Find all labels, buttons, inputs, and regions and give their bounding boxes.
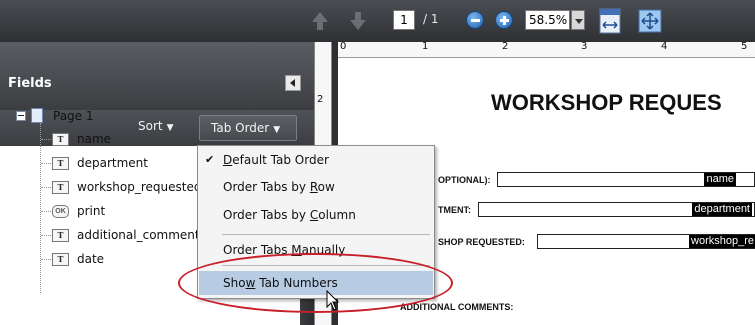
menu-item-text: Order Tabs by (223, 208, 310, 222)
field-name-tag: name (704, 173, 736, 186)
menu-item-show-tab-numbers[interactable]: Show Tab Numbers (199, 271, 433, 295)
ruler-number: 3 (581, 41, 588, 52)
menu-item-text: olumn (318, 208, 356, 222)
ruler-number: 5 (741, 41, 748, 52)
tree-item[interactable]: workshop_requested (77, 176, 201, 198)
next-page-icon[interactable] (348, 9, 368, 33)
form-field-workshop-requested[interactable]: workshop_re (537, 234, 755, 249)
sort-button[interactable]: Sort ▼ (138, 119, 174, 133)
zoom-out-icon[interactable] (466, 11, 484, 29)
tree-page-label[interactable]: Page 1 (53, 105, 94, 127)
form-field-name[interactable]: name (497, 172, 755, 187)
menu-item-order-by-column[interactable]: Order Tabs by Column (199, 203, 433, 227)
panel-header: Fields (0, 42, 314, 110)
ruler-number: 1 (422, 41, 429, 52)
sort-label: Sort (138, 119, 163, 133)
menu-item-accesskey: M (291, 243, 302, 257)
previous-page-icon[interactable] (310, 9, 330, 33)
menu-separator (222, 265, 430, 266)
ruler-number: 4 (661, 41, 668, 52)
tree-item[interactable]: department (77, 152, 148, 174)
top-toolbar: 1 / 1 58.5% (0, 0, 755, 42)
panel-title: Fields (8, 76, 52, 91)
zoom-dropdown-button[interactable] (571, 10, 585, 30)
mouse-pointer-icon (326, 290, 340, 311)
menu-item-text: Order Tabs by (223, 180, 310, 194)
horizontal-ruler: 0 1 2 3 4 5 (338, 41, 755, 58)
menu-item-accesskey: R (309, 180, 318, 194)
panel-sort-bar: Sort ▼ Tab Order ▼ (0, 110, 314, 146)
ruler-number: 0 (340, 41, 347, 52)
text-field-icon: T (52, 229, 69, 242)
menu-item-text: Tab Numbers (255, 276, 338, 290)
tree-line (41, 235, 51, 236)
menu-item-accesskey: C (309, 208, 319, 222)
tree-item[interactable]: name (77, 128, 111, 150)
tree-line (41, 187, 51, 188)
full-screen-icon[interactable] (637, 7, 663, 35)
menu-item-order-by-row[interactable]: Order Tabs by Row (199, 175, 433, 199)
zoom-level-input[interactable]: 58.5% (525, 10, 570, 30)
tab-order-label: Tab Order (211, 121, 270, 135)
menu-item-default-tab-order[interactable]: ✔ Default Tab Order (199, 148, 433, 172)
menu-item-text: ow (317, 180, 335, 194)
fit-width-icon[interactable] (597, 7, 623, 35)
form-label: TMENT: (438, 205, 471, 215)
field-name-tag: workshop_re (689, 235, 755, 248)
tree-line (40, 123, 41, 293)
tree-item[interactable]: date (77, 248, 104, 270)
text-field-icon: T (52, 253, 69, 266)
tree-line (41, 163, 51, 164)
page-icon (31, 108, 43, 123)
menu-item-text: anually (301, 243, 346, 257)
tab-order-menu: ✔ Default Tab Order Order Tabs by Row Ord… (197, 145, 435, 299)
text-field-icon: T (52, 157, 69, 170)
form-label: ADDITIONAL COMMENTS: (400, 302, 514, 312)
menu-item-accesskey: D (223, 153, 233, 167)
tree-line (41, 139, 51, 140)
page-total: / 1 (423, 12, 439, 26)
menu-item-text: Order Tabs (223, 243, 292, 257)
text-field-icon: T (52, 133, 69, 146)
chevron-down-icon: ▼ (166, 123, 174, 133)
zoom-in-icon[interactable] (495, 11, 513, 29)
collapse-tree-icon[interactable] (16, 111, 26, 121)
form-field-department[interactable]: department (478, 202, 755, 217)
tree-line (41, 211, 51, 212)
page-number-input[interactable]: 1 (393, 10, 415, 30)
acrobat-window: 1 / 1 58.5% Fields Sort ▼ Tab Order ▼ Pa… (0, 0, 755, 325)
ruler-number: 2 (502, 41, 509, 52)
form-label: SHOP REQUESTED: (438, 237, 525, 247)
menu-item-text: Sho (223, 276, 246, 290)
checkmark-icon: ✔ (205, 153, 215, 166)
tab-order-button[interactable]: Tab Order ▼ (199, 115, 297, 141)
chevron-down-icon: ▼ (273, 125, 281, 135)
menu-item-accesskey: w (245, 276, 256, 290)
text-field-icon: T (52, 181, 69, 194)
menu-separator (222, 234, 430, 235)
form-label: OPTIONAL): (438, 175, 491, 185)
tree-item[interactable]: print (77, 200, 105, 222)
menu-item-order-manually[interactable]: Order Tabs Manually (199, 238, 433, 262)
tree-line (41, 259, 51, 260)
collapse-panel-icon[interactable] (285, 75, 301, 91)
ruler-number: 2 (317, 94, 324, 105)
document-title: WORKSHOP REQUES (491, 90, 722, 115)
button-field-icon: OK (52, 205, 69, 218)
tree-item[interactable]: additional_comments (77, 224, 206, 246)
menu-item-text: efault Tab Order (232, 153, 329, 167)
field-name-tag: department (692, 203, 752, 216)
